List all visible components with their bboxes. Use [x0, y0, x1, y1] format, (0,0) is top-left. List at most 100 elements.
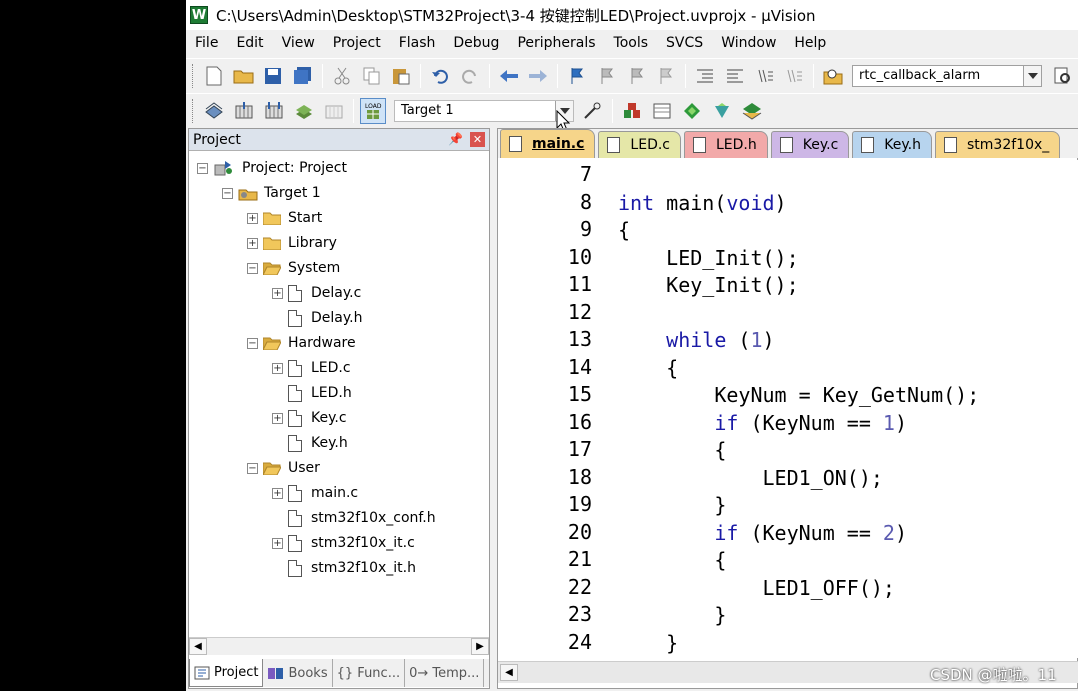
menu-help[interactable]: Help [785, 31, 835, 55]
indent-icon[interactable] [692, 63, 718, 89]
tab-functions[interactable]: {} Func... [333, 659, 406, 687]
find-icon[interactable] [1050, 63, 1076, 89]
collapse-icon[interactable]: − [222, 187, 233, 199]
stop-build-icon[interactable] [321, 98, 347, 124]
copy-icon[interactable] [359, 63, 385, 89]
build-icon[interactable] [231, 98, 257, 124]
save-icon[interactable] [260, 63, 286, 89]
expand-icon[interactable]: + [247, 212, 258, 224]
tab-books[interactable]: Books [263, 659, 333, 687]
menu-svcs[interactable]: SVCS [657, 31, 712, 55]
tree-target[interactable]: − Target 1 [222, 182, 321, 204]
menu-debug[interactable]: Debug [444, 31, 508, 55]
menu-view[interactable]: View [273, 31, 324, 55]
pack-installer-icon[interactable] [739, 98, 765, 124]
manage-components-icon[interactable] [619, 98, 645, 124]
tree-file-main-c[interactable]: + main.c [272, 482, 358, 504]
tree-file-key-c[interactable]: + Key.c [272, 407, 347, 429]
tree-group-user[interactable]: − User [247, 457, 320, 479]
expand-icon[interactable]: + [272, 362, 283, 374]
tab-templates[interactable]: 0→ Temp... [405, 659, 485, 687]
comment-icon[interactable] [752, 63, 778, 89]
open-folder-icon[interactable] [231, 63, 257, 89]
bookmark-prev-icon[interactable] [594, 63, 620, 89]
pin-icon[interactable]: 📌 [448, 132, 463, 146]
bookmark-icon[interactable] [564, 63, 590, 89]
menu-tools[interactable]: Tools [605, 31, 658, 55]
options-icon[interactable] [580, 98, 606, 124]
collapse-icon[interactable]: − [247, 462, 258, 474]
editor-tab-led-h[interactable]: LED.h [684, 131, 768, 158]
scroll-left-icon[interactable]: ◀ [189, 638, 207, 655]
tree-group-label: System [288, 260, 341, 276]
menu-flash[interactable]: Flash [390, 31, 445, 55]
scroll-left-icon[interactable]: ◀ [500, 664, 518, 681]
code-number: 2 [882, 520, 895, 545]
expand-icon[interactable]: + [272, 412, 283, 424]
tree-file-led-h[interactable]: LED.h [288, 382, 352, 404]
editor-tab-led-c[interactable]: LED.c [598, 131, 681, 158]
forward-icon[interactable] [525, 63, 551, 89]
file-icon [944, 137, 958, 153]
chevron-down-icon[interactable] [1023, 65, 1042, 86]
bookmark-clear-icon[interactable] [653, 63, 679, 89]
collapse-icon[interactable]: − [247, 337, 258, 349]
menu-edit[interactable]: Edit [227, 31, 272, 55]
paste-icon[interactable] [388, 63, 414, 89]
back-icon[interactable] [496, 63, 522, 89]
undo-icon[interactable] [427, 63, 453, 89]
menu-project[interactable]: Project [324, 31, 390, 55]
menu-file[interactable]: File [186, 31, 227, 55]
tree-file-led-c[interactable]: + LED.c [272, 357, 351, 379]
rebuild-icon[interactable] [261, 98, 287, 124]
menu-window[interactable]: Window [712, 31, 785, 55]
tree-file-delay-c[interactable]: + Delay.c [272, 282, 361, 304]
find-combo[interactable]: rtc_callback_alarm [851, 64, 1043, 87]
uncomment-icon[interactable] [781, 63, 807, 89]
new-file-icon[interactable] [201, 63, 227, 89]
target-combo[interactable]: Target 1 [394, 99, 574, 122]
editor-tab-main-c[interactable]: main.c [500, 129, 596, 158]
cut-icon[interactable] [329, 63, 355, 89]
tree-file-it-h[interactable]: stm32f10x_it.h [288, 557, 416, 579]
select-packs-icon[interactable] [709, 98, 735, 124]
tree-group-hardware[interactable]: − Hardware [247, 332, 356, 354]
find-in-files-icon[interactable] [820, 63, 846, 89]
save-all-icon[interactable] [290, 63, 316, 89]
file-extensions-icon[interactable] [649, 98, 675, 124]
bookmark-next-icon[interactable] [624, 63, 650, 89]
editor-tab-key-h[interactable]: Key.h [852, 131, 933, 158]
expand-icon[interactable]: + [272, 537, 283, 549]
expand-icon[interactable]: + [272, 487, 283, 499]
menu-peripherals[interactable]: Peripherals [508, 31, 604, 55]
translate-icon[interactable] [201, 98, 227, 124]
line-number: 19 [567, 492, 592, 516]
collapse-icon[interactable]: − [197, 162, 208, 174]
collapse-icon[interactable]: − [247, 262, 258, 274]
tree-file-it-c[interactable]: + stm32f10x_it.c [272, 532, 415, 554]
tree-file-delay-h[interactable]: Delay.h [288, 307, 362, 329]
tab-project[interactable]: Project [189, 659, 264, 687]
close-icon[interactable]: ✕ [470, 132, 485, 147]
batch-build-icon[interactable] [291, 98, 317, 124]
file-icon [509, 136, 522, 152]
code-area[interactable]: int main(void){ LED_Init(); Key_Init(); … [598, 160, 1078, 658]
tree-file-key-h[interactable]: Key.h [288, 432, 348, 454]
expand-icon[interactable]: + [272, 287, 283, 299]
expand-icon[interactable]: + [247, 237, 258, 249]
scroll-right-icon[interactable]: ▶ [471, 638, 489, 655]
editor-tab-key-c[interactable]: Key.c [770, 131, 850, 158]
project-horizontal-scrollbar[interactable]: ◀ ▶ [189, 637, 489, 655]
tree-group-label: Hardware [288, 335, 356, 351]
load-icon[interactable]: LOAD [360, 97, 386, 124]
tree-root[interactable]: − Project: Project [197, 157, 347, 179]
manage-run-time-icon[interactable] [679, 98, 705, 124]
tree-group-start[interactable]: + Start [247, 207, 322, 229]
tree-group-system[interactable]: − System [247, 257, 340, 279]
redo-icon[interactable] [457, 63, 483, 89]
tree-group-library[interactable]: + Library [247, 232, 337, 254]
file-icon [288, 284, 302, 302]
outdent-icon[interactable] [722, 63, 748, 89]
editor-tab-stm32f10x-[interactable]: stm32f10x_ [935, 131, 1061, 158]
tree-file-conf-h[interactable]: stm32f10x_conf.h [288, 507, 436, 529]
